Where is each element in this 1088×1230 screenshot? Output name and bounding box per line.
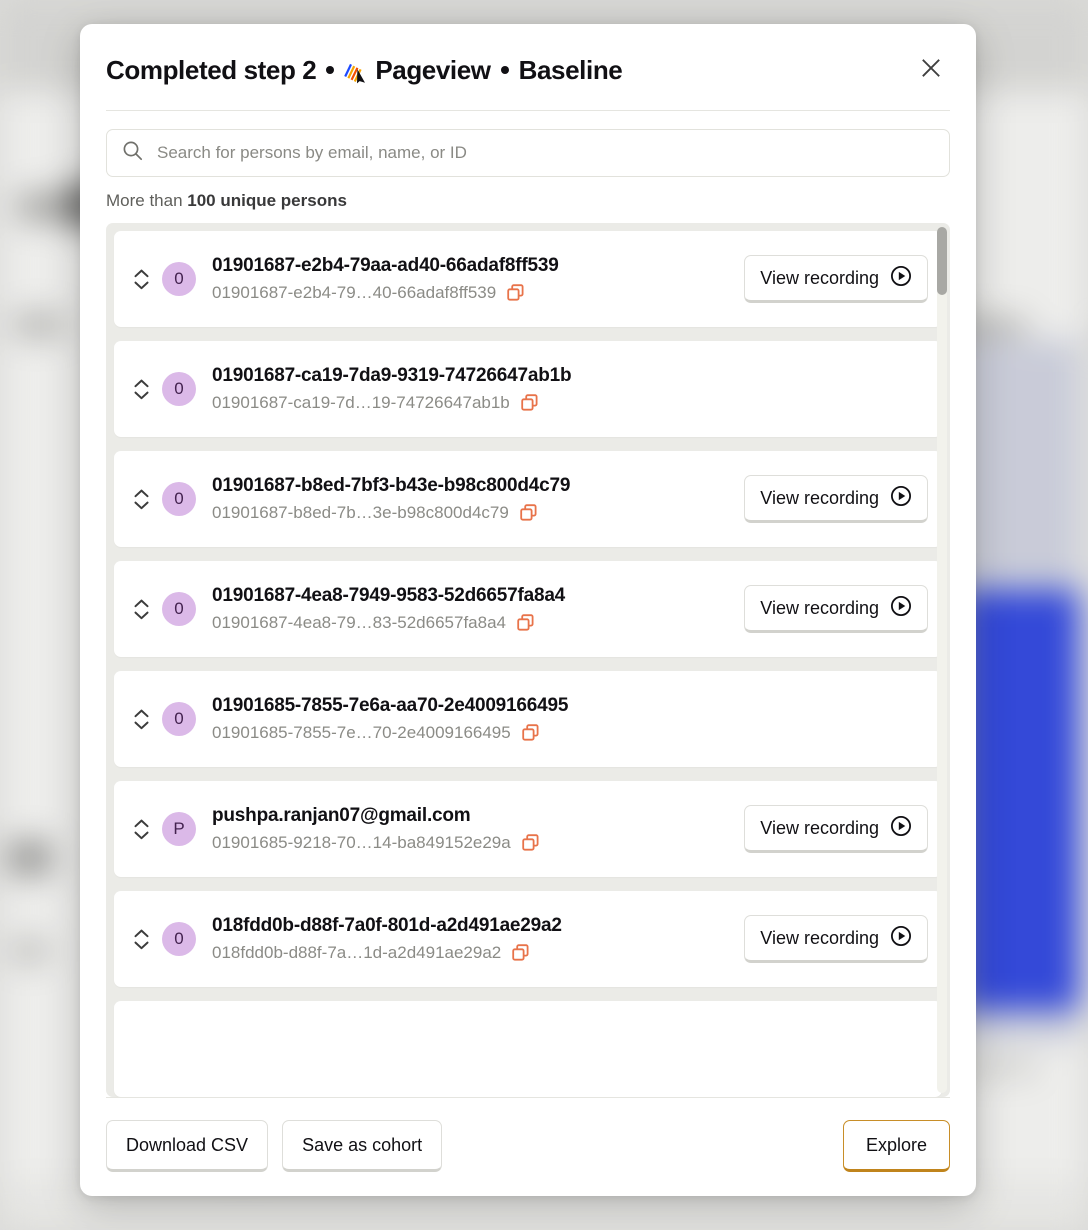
view-recording-label: View recording <box>760 927 879 948</box>
save-as-cohort-button[interactable]: Save as cohort <box>282 1120 443 1172</box>
person-title: 01901685-7855-7e6a-aa70-2e4009166495 <box>212 694 569 716</box>
person-row[interactable]: 0 01901685-7855-7e6a-aa70-2e4009166495 019… <box>114 671 942 767</box>
person-info: 01901687-e2b4-79aa-ad40-66adaf8ff539 0190… <box>212 253 730 305</box>
modal-footer: Download CSV Save as cohort Explore <box>80 1098 976 1196</box>
chevron-up-down-icon[interactable] <box>130 819 152 840</box>
person-title: 018fdd0b-d88f-7a0f-801d-a2d491ae29a2 <box>212 914 562 936</box>
person-distinct-id: 018fdd0b-d88f-7a…1d-a2d491ae29a2 <box>212 940 730 966</box>
person-distinct-id-text: 018fdd0b-d88f-7a…1d-a2d491ae29a2 <box>212 942 502 962</box>
avatar: P <box>162 812 196 846</box>
avatar: 0 <box>162 922 196 956</box>
person-distinct-id-text: 01901685-9218-70…14-ba849152e29a <box>212 832 511 852</box>
person-distinct-id-text: 01901687-ca19-7d…19-74726647ab1b <box>212 392 510 412</box>
persons-list: 0 01901687-e2b4-79aa-ad40-66adaf8ff539 019… <box>106 223 950 1097</box>
modal-title-series: Baseline <box>518 55 623 85</box>
person-distinct-id: 01901687-b8ed-7b…3e-b98c800d4c79 <box>212 500 730 526</box>
person-info: 01901685-7855-7e6a-aa70-2e4009166495 0190… <box>212 693 928 745</box>
person-distinct-id-text: 01901685-7855-7e…70-2e4009166495 <box>212 722 511 742</box>
play-circle-icon <box>890 265 912 292</box>
title-separator-dot <box>500 66 509 75</box>
person-distinct-id: 01901685-9218-70…14-ba849152e29a <box>212 830 730 856</box>
modal-header: Completed step 2 Pageview Baseline <box>80 24 976 88</box>
search-icon <box>122 140 143 166</box>
chevron-up-down-icon[interactable] <box>130 709 152 730</box>
person-row-partial[interactable] <box>114 1001 942 1097</box>
modal-title-event: Pageview <box>375 55 491 85</box>
person-row[interactable]: 0 01901687-ca19-7da9-9319-74726647ab1b 019… <box>114 341 942 437</box>
avatar: 0 <box>162 592 196 626</box>
view-recording-label: View recording <box>760 487 879 508</box>
play-circle-icon <box>890 485 912 512</box>
copy-icon[interactable] <box>511 943 530 962</box>
view-recording-label: View recording <box>760 267 879 288</box>
view-recording-button[interactable]: View recording <box>744 805 928 853</box>
view-recording-button[interactable]: View recording <box>744 585 928 633</box>
person-row[interactable]: 0 01901687-4ea8-7949-9583-52d6657fa8a4 019… <box>114 561 942 657</box>
list-scrollbar-track[interactable] <box>937 227 947 1093</box>
view-recording-label: View recording <box>760 597 879 618</box>
person-distinct-id: 01901687-e2b4-79…40-66adaf8ff539 <box>212 280 730 306</box>
avatar: 0 <box>162 372 196 406</box>
person-distinct-id-text: 01901687-e2b4-79…40-66adaf8ff539 <box>212 282 497 302</box>
person-title: 01901687-4ea8-7949-9583-52d6657fa8a4 <box>212 584 566 606</box>
avatar: 0 <box>162 702 196 736</box>
person-row[interactable]: 0 018fdd0b-d88f-7a0f-801d-a2d491ae29a2 018… <box>114 891 942 987</box>
view-recording-button[interactable]: View recording <box>744 255 928 303</box>
person-info: pushpa.ranjan07@gmail.com 01901685-9218-7… <box>212 803 730 855</box>
chevron-up-down-icon[interactable] <box>130 489 152 510</box>
pageview-rainbow-cursor-icon <box>344 59 366 84</box>
search-section <box>80 111 976 177</box>
person-title: 01901687-e2b4-79aa-ad40-66adaf8ff539 <box>212 254 559 276</box>
person-title: 01901687-ca19-7da9-9319-74726647ab1b <box>212 364 572 386</box>
search-input[interactable] <box>155 142 934 164</box>
copy-icon[interactable] <box>520 393 539 412</box>
download-csv-button[interactable]: Download CSV <box>106 1120 269 1172</box>
view-recording-button[interactable]: View recording <box>744 915 928 963</box>
avatar: 0 <box>162 482 196 516</box>
copy-icon[interactable] <box>516 613 535 632</box>
copy-icon[interactable] <box>506 283 525 302</box>
chevron-up-down-icon[interactable] <box>130 269 152 290</box>
person-title: pushpa.ranjan07@gmail.com <box>212 804 471 826</box>
copy-icon[interactable] <box>519 503 538 522</box>
person-distinct-id: 01901687-4ea8-79…83-52d6657fa8a4 <box>212 610 730 636</box>
persons-modal: Completed step 2 Pageview Baseline Searc… <box>80 24 976 1196</box>
view-recording-button[interactable]: View recording <box>744 475 928 523</box>
person-row[interactable]: Ppushpa.ranjan07@gmail.com 01901685-9218-… <box>114 781 942 877</box>
person-distinct-id-text: 01901687-b8ed-7b…3e-b98c800d4c79 <box>212 502 509 522</box>
person-info: 01901687-4ea8-7949-9583-52d6657fa8a4 0190… <box>212 583 730 635</box>
person-info: 018fdd0b-d88f-7a0f-801d-a2d491ae29a2 018f… <box>212 913 730 965</box>
search-box[interactable] <box>106 129 950 177</box>
title-separator-dot <box>326 66 335 75</box>
view-recording-label: View recording <box>760 817 879 838</box>
play-circle-icon <box>890 815 912 842</box>
person-info: 01901687-ca19-7da9-9319-74726647ab1b 0190… <box>212 363 928 415</box>
person-title: 01901687-b8ed-7bf3-b43e-b98c800d4c79 <box>212 474 571 496</box>
persons-list-scroll[interactable]: 0 01901687-e2b4-79aa-ad40-66adaf8ff539 019… <box>106 223 950 1097</box>
persons-count-value: 100 unique persons <box>187 191 347 210</box>
person-distinct-id: 01901685-7855-7e…70-2e4009166495 <box>212 720 928 746</box>
close-button[interactable] <box>912 50 950 88</box>
explore-button[interactable]: Explore <box>842 1120 950 1172</box>
persons-count: More than 100 unique persons <box>80 177 976 223</box>
persons-count-prefix: More than <box>106 191 188 210</box>
person-row[interactable]: 0 01901687-b8ed-7bf3-b43e-b98c800d4c79 019… <box>114 451 942 547</box>
avatar: 0 <box>162 262 196 296</box>
modal-title-step: Completed step 2 <box>106 55 317 85</box>
person-distinct-id-text: 01901687-4ea8-79…83-52d6657fa8a4 <box>212 612 506 632</box>
play-circle-icon <box>890 925 912 952</box>
person-info: 01901687-b8ed-7bf3-b43e-b98c800d4c79 0190… <box>212 473 730 525</box>
person-row[interactable]: 0 01901687-e2b4-79aa-ad40-66adaf8ff539 019… <box>114 231 942 327</box>
chevron-up-down-icon[interactable] <box>130 929 152 950</box>
copy-icon[interactable] <box>521 723 540 742</box>
copy-icon[interactable] <box>521 833 540 852</box>
close-icon <box>920 57 942 82</box>
page-title: Completed step 2 Pageview Baseline <box>106 50 623 87</box>
chevron-up-down-icon[interactable] <box>130 379 152 400</box>
person-distinct-id: 01901687-ca19-7d…19-74726647ab1b <box>212 390 928 416</box>
list-scrollbar-thumb[interactable] <box>937 227 947 295</box>
play-circle-icon <box>890 595 912 622</box>
chevron-up-down-icon[interactable] <box>130 599 152 620</box>
